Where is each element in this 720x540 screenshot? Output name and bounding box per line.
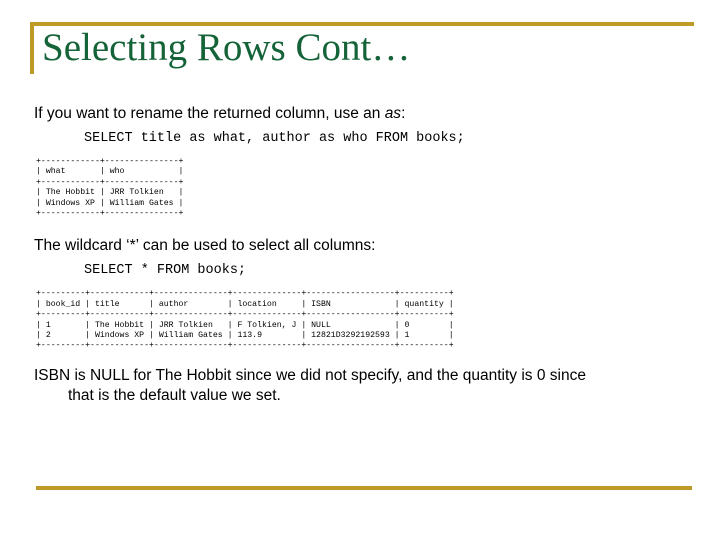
- gold-left-accent-bar: [30, 22, 34, 74]
- wildcard-result-table: +---------+------------+---------------+…: [36, 289, 454, 351]
- alias-intro-text: If you want to rename the returned colum…: [34, 104, 696, 124]
- alias-result-table: +------------+---------------+ | what | …: [36, 157, 184, 219]
- alias-intro-after: :: [401, 105, 406, 122]
- slide-title-area: Selecting Rows Cont…: [0, 0, 720, 92]
- gold-bottom-accent-bar: [36, 486, 692, 490]
- page-title: Selecting Rows Cont…: [42, 26, 411, 69]
- closing-explanation: ISBN is NULL for The Hobbit since we did…: [34, 366, 710, 406]
- wildcard-sql-statement: SELECT * FROM books;: [84, 263, 247, 279]
- alias-intro-before: If you want to rename the returned colum…: [34, 105, 385, 122]
- closing-line-2: that is the default value we set.: [68, 386, 281, 404]
- closing-line-1: ISBN is NULL for The Hobbit since we did…: [34, 366, 586, 384]
- slide-body: If you want to rename the returned colum…: [0, 104, 720, 406]
- alias-sql-statement: SELECT title as what, author as who FROM…: [84, 131, 465, 146]
- alias-keyword: as: [384, 105, 402, 122]
- wildcard-intro-text: The wildcard ‘*’ can be used to select a…: [34, 237, 376, 255]
